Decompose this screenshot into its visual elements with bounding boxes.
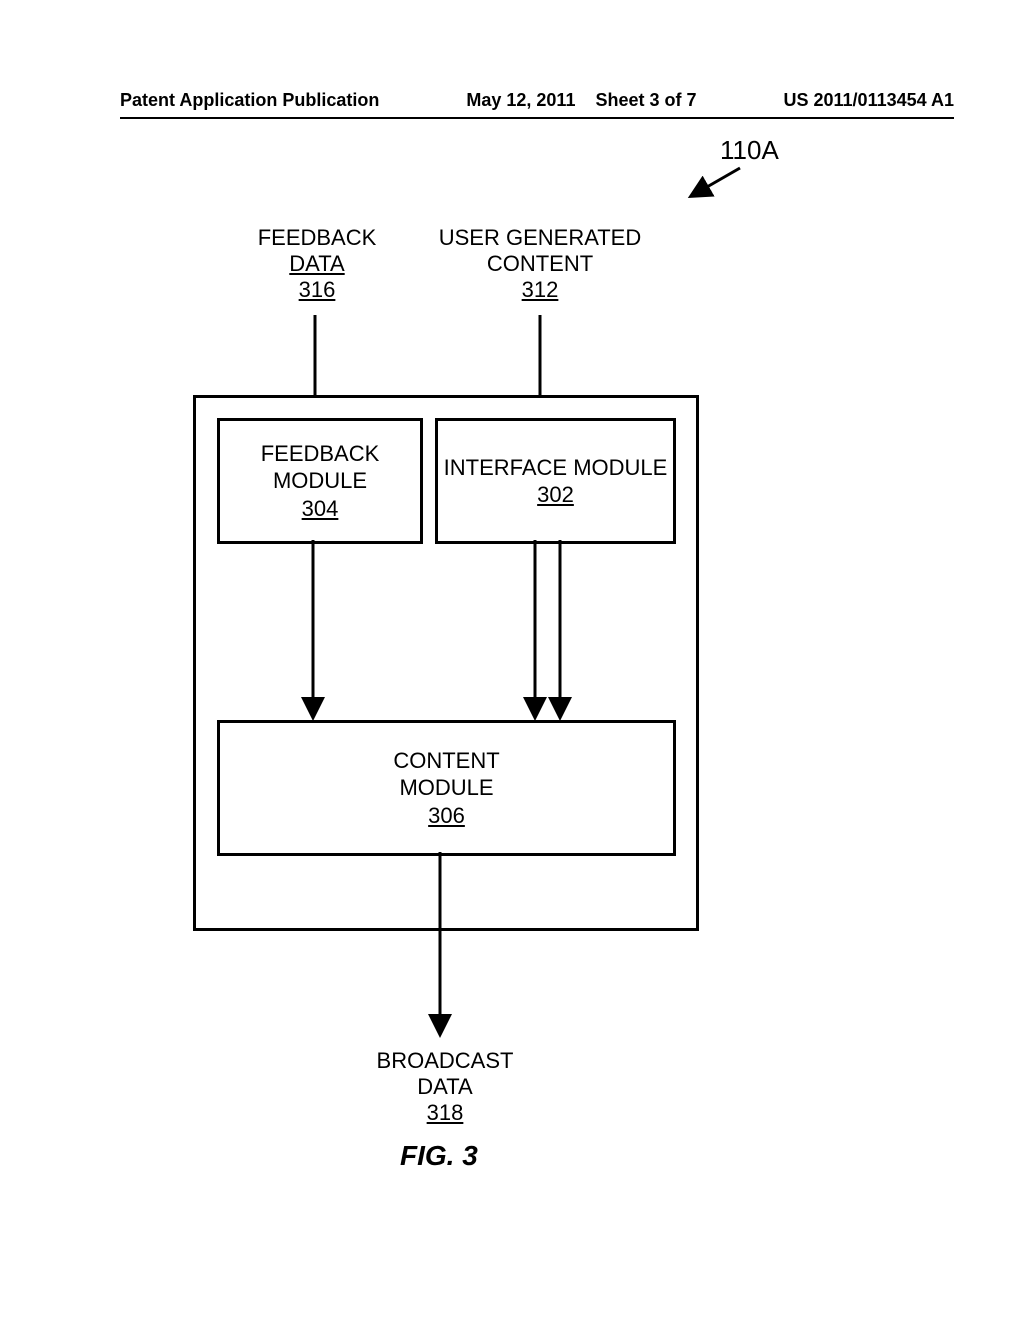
box-feedback-module-l2: MODULE xyxy=(273,467,367,495)
label-broadcast-data: BROADCAST DATA 318 xyxy=(345,1048,545,1126)
header-patent-number: US 2011/0113454 A1 xyxy=(784,90,954,111)
label-feedback-data: FEEDBACK DATA 316 xyxy=(237,225,397,303)
label-user-content: USER GENERATED CONTENT 312 xyxy=(420,225,660,303)
box-interface-module-l1: INTERFACE MODULE xyxy=(444,454,668,482)
label-feedback-data-num: 316 xyxy=(237,277,397,303)
box-feedback-module-l1: FEEDBACK xyxy=(261,440,380,468)
label-feedback-data-l1: FEEDBACK xyxy=(237,225,397,251)
label-broadcast-data-l2: DATA xyxy=(345,1074,545,1100)
box-feedback-module-num: 304 xyxy=(302,495,339,523)
lead-arrow-110a xyxy=(685,165,745,205)
page-header: Patent Application Publication May 12, 2… xyxy=(120,90,954,111)
arrow-feedback-to-content xyxy=(308,540,318,725)
box-content-module: CONTENT MODULE 306 xyxy=(217,720,676,856)
arrow-interface-to-content-1 xyxy=(530,540,540,725)
header-publication: Patent Application Publication xyxy=(120,90,379,111)
arrow-content-to-broadcast xyxy=(435,852,445,1042)
box-content-module-num: 306 xyxy=(428,802,465,830)
box-interface-module: INTERFACE MODULE 302 xyxy=(435,418,676,544)
box-content-module-l1: CONTENT xyxy=(393,747,499,775)
header-date: May 12, 2011 xyxy=(466,90,575,110)
arrow-interface-to-content-2 xyxy=(555,540,565,725)
reference-numeral-110a: 110A xyxy=(720,135,779,166)
page: Patent Application Publication May 12, 2… xyxy=(0,0,1024,1320)
header-sheet: Sheet 3 of 7 xyxy=(595,90,696,110)
box-feedback-module: FEEDBACK MODULE 304 xyxy=(217,418,423,544)
label-feedback-data-l2: DATA xyxy=(237,251,397,277)
label-user-content-num: 312 xyxy=(420,277,660,303)
label-broadcast-data-l1: BROADCAST xyxy=(345,1048,545,1074)
label-user-content-l1: USER GENERATED xyxy=(420,225,660,251)
box-content-module-l2: MODULE xyxy=(399,774,493,802)
box-interface-module-num: 302 xyxy=(537,481,574,509)
label-user-content-l2: CONTENT xyxy=(420,251,660,277)
figure-label: FIG. 3 xyxy=(400,1140,478,1172)
header-rule xyxy=(120,117,954,119)
label-broadcast-data-num: 318 xyxy=(345,1100,545,1126)
